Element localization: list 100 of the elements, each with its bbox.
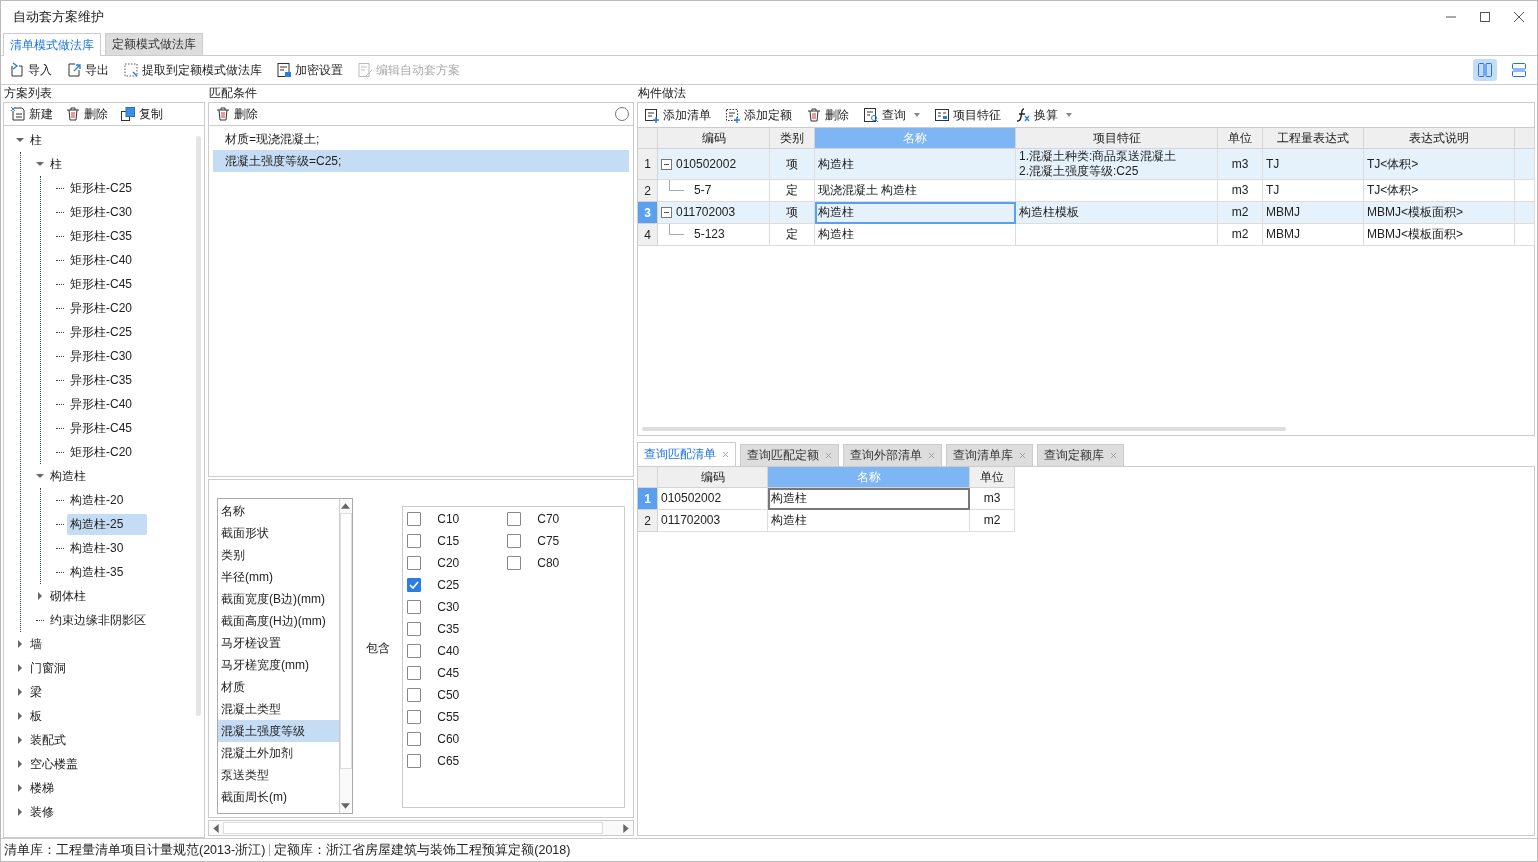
checkbox[interactable] [507,512,522,526]
two-column-layout-button[interactable] [1473,59,1497,81]
row-number[interactable]: 4 [638,224,658,246]
row-number[interactable]: 2 [638,510,658,532]
collapse-arrow-icon[interactable] [36,160,44,168]
tree-item[interactable]: 异形柱-C45 [67,417,135,439]
tree-item[interactable]: 异形柱-C40 [67,393,135,415]
tree-item[interactable]: 矩形柱-C30 [67,201,135,223]
tree-item[interactable]: 矩形柱-C25 [67,177,135,199]
tree-item[interactable]: 约束边缘非阴影区 [47,609,149,631]
maximize-button[interactable] [1479,11,1491,23]
checkbox[interactable] [407,644,422,658]
expand-arrow-icon[interactable] [16,664,24,672]
checkbox[interactable] [407,732,422,746]
tab[interactable]: 清单模式做法库 [3,33,101,56]
scrollbar[interactable] [196,136,201,716]
property-item[interactable]: 截面宽度(B边)(mm) [218,588,339,610]
table-row[interactable]: 2 5-7 定 现浇混凝土 构造柱 m3 TJ TJ<体积> [638,180,1535,202]
tree-item[interactable]: 矩形柱-C45 [67,273,135,295]
row-number[interactable]: 1 [638,149,658,180]
tree-item[interactable]: 异形柱-C30 [67,345,135,367]
toolbar-button[interactable]: 添加定额 [723,105,794,125]
toolbar-button[interactable]: 导入 [7,60,54,80]
property-item[interactable]: 混凝土外加剂 [218,742,339,764]
property-item[interactable]: 马牙槎设置 [218,632,339,654]
checkbox[interactable] [507,534,522,548]
tree-item[interactable]: 矩形柱-C35 [67,225,135,247]
property-item[interactable]: 截面形状 [218,522,339,544]
close-icon[interactable] [1019,452,1026,459]
property-item[interactable]: 泵送类型 [218,764,339,786]
scroll-left-arrow-icon[interactable] [213,823,219,833]
tree-item[interactable]: 门窗洞 [27,657,69,679]
scrollbar[interactable] [338,499,352,813]
tree-item[interactable]: 楼梯 [27,777,57,799]
expand-arrow-icon[interactable] [16,808,24,816]
tree-item[interactable]: 构造柱-25 [67,513,148,535]
collapse-arrow-icon[interactable] [36,472,44,480]
close-icon[interactable] [825,452,832,459]
checkbox[interactable] [407,556,422,570]
toolbar-button[interactable]: 查询 [861,105,922,125]
scrollbar[interactable] [642,427,1286,431]
checkbox[interactable] [407,600,422,614]
collapse-toggle[interactable] [661,158,672,170]
tree-item[interactable]: 砌体柱 [47,585,89,607]
close-button[interactable] [1513,11,1525,23]
tree-item[interactable]: 矩形柱-C40 [67,249,135,271]
checkbox[interactable] [407,578,422,592]
expand-arrow-icon[interactable] [16,640,24,648]
tab[interactable]: 查询匹配定额 [740,444,839,466]
checkbox[interactable] [407,666,422,680]
tree-item[interactable]: 空心楼盖 [27,753,81,775]
toolbar-button[interactable]: 新建 [8,104,55,124]
close-icon[interactable] [1110,452,1117,459]
tree-item[interactable]: 装配式 [27,729,69,751]
tree-item[interactable]: 梁 [27,681,45,703]
toolbar-button[interactable]: 导出 [64,60,111,80]
property-item[interactable]: 半径(mm) [218,566,339,588]
tree-item[interactable]: 墙 [27,633,45,655]
collapse-arrow-icon[interactable] [16,136,24,144]
checkbox[interactable] [407,622,422,636]
property-item[interactable]: 类别 [218,544,339,566]
collapse-toggle[interactable] [661,207,672,218]
tab[interactable]: 定额模式做法库 [105,33,203,55]
checkbox[interactable] [407,534,422,548]
expand-arrow-icon[interactable] [16,688,24,696]
toolbar-button[interactable]: 删除 [63,104,110,124]
property-item[interactable]: 马牙槎宽度(mm) [218,654,339,676]
scroll-down-arrow-icon[interactable] [341,803,351,809]
table-row[interactable]: 3 011702003 项 构造柱 构造柱模板 m2 MBMJ MBMJ<模板面积> [638,202,1535,224]
expand-arrow-icon[interactable] [16,736,24,744]
tree-item[interactable]: 板 [27,705,45,727]
checkbox[interactable] [407,512,422,526]
table-row[interactable]: 1 010502002 项 构造柱 1.混凝土种类:商品泵送混凝土 2.混凝土强度等级:C25 m3 TJ TJ<体积> [638,149,1535,180]
toolbar-button[interactable]: 删除 [804,105,851,125]
toolbar-button[interactable]: 复制 [118,104,165,124]
tree-item[interactable]: 构造柱-30 [67,537,127,559]
tab[interactable]: 查询外部清单 [843,444,942,466]
toolbar-button[interactable]: 加密设置 [274,60,345,80]
tree-item[interactable]: 柱 [27,129,45,151]
tree-item[interactable]: 异形柱-C20 [67,297,135,319]
close-icon[interactable] [928,452,935,459]
condition-item[interactable]: 材质=现浇混凝土; [213,128,629,150]
property-item[interactable]: 截面高度(H边)(mm) [218,610,339,632]
row-number[interactable]: 2 [638,180,658,202]
tab[interactable]: 查询清单库 [946,444,1033,466]
checkbox[interactable] [407,710,422,724]
table-row[interactable]: 1 010502002 构造柱 m3 [638,488,1015,510]
tab[interactable]: 查询匹配清单 [637,442,736,466]
toolbar-button[interactable]: 添加清单 [642,105,713,125]
table-row[interactable]: 2 011702003 构造柱 m2 [638,510,1015,532]
close-icon[interactable] [722,451,729,458]
tree-item[interactable]: 矩形柱-C20 [67,441,135,463]
expand-arrow-icon[interactable] [36,592,44,600]
tree-item[interactable]: 柱 [47,153,65,175]
tree-item[interactable]: 异形柱-C25 [67,321,135,343]
property-item[interactable]: 材质 [218,676,339,698]
expand-arrow-icon[interactable] [16,712,24,720]
scroll-right-arrow-icon[interactable] [623,823,629,833]
table-row[interactable]: 4 5-123 定 构造柱 m2 MBMJ MBMJ<模板面积> [638,224,1535,246]
toolbar-button[interactable]: 提取到定额模式做法库 [121,60,264,80]
